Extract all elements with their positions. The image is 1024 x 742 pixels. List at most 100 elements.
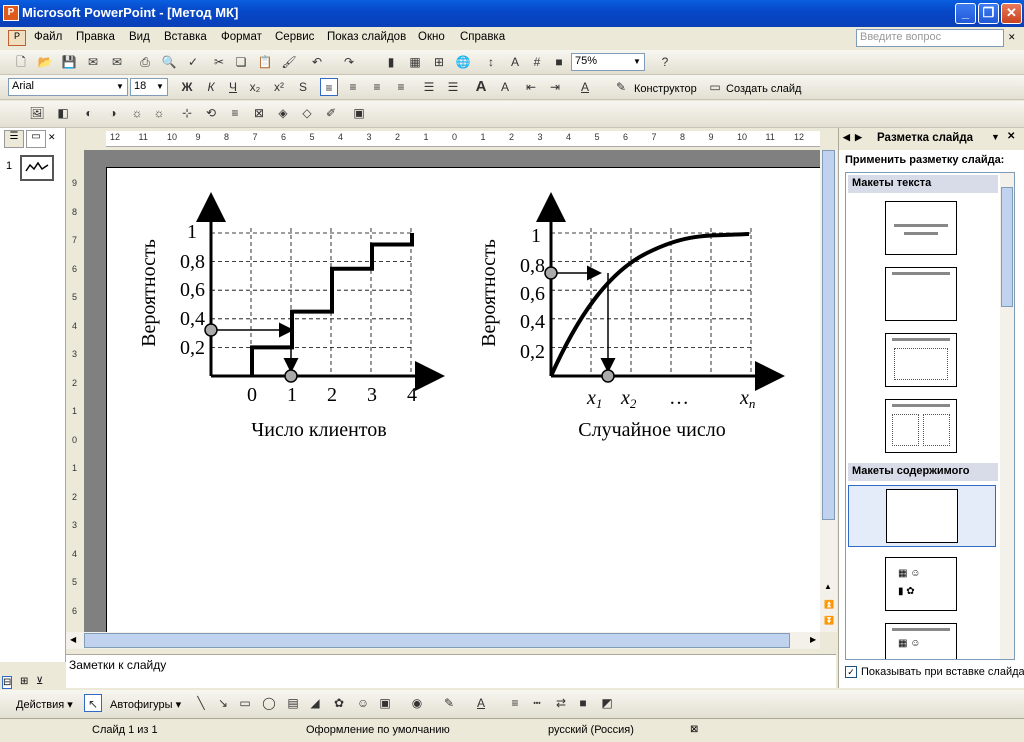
font-color-draw-icon[interactable]: A <box>472 694 490 712</box>
new-icon[interactable]: 🗋 <box>12 53 30 71</box>
font-size-select[interactable]: 18 ▼ <box>130 78 168 96</box>
font-color-icon[interactable]: A <box>576 78 594 96</box>
layout-title-slide[interactable] <box>885 201 957 255</box>
layout-title-only[interactable] <box>885 267 957 321</box>
chevron-down-icon[interactable]: ▼ <box>991 132 1000 142</box>
task-pane-scrollbar[interactable] <box>1000 173 1014 659</box>
decrease-font-icon[interactable]: A <box>496 78 514 96</box>
menu-window[interactable]: Окно <box>418 31 445 43</box>
color-grayscale-icon[interactable]: ■ <box>550 53 568 71</box>
menu-edit[interactable]: Правка <box>76 31 115 43</box>
zoom-select[interactable]: 75% ▼ <box>571 53 645 71</box>
powerpoint-app-icon[interactable]: P <box>3 5 19 21</box>
maximize-button[interactable]: ❐ <box>978 3 999 24</box>
superscript-icon[interactable]: x² <box>270 78 288 96</box>
email-icon[interactable]: ✉ <box>108 53 126 71</box>
align-left-icon[interactable]: ≡ <box>320 78 338 96</box>
spelling-icon[interactable]: ✓ <box>184 53 202 71</box>
open-icon[interactable]: 📂 <box>36 53 54 71</box>
cut-icon[interactable]: ✂ <box>210 53 228 71</box>
menu-slideshow[interactable]: Показ слайдов <box>327 31 406 43</box>
shadow-icon[interactable]: S <box>294 78 312 96</box>
bullets-icon[interactable]: ☰ <box>444 78 462 96</box>
menu-help[interactable]: Справка <box>460 31 505 43</box>
set-transparent-icon[interactable]: ✐ <box>322 104 340 122</box>
format-picture-icon[interactable]: ◇ <box>298 104 316 122</box>
fill-color-icon[interactable]: ◉ <box>408 694 426 712</box>
diagram-icon[interactable]: ✿ <box>330 694 348 712</box>
3d-style-icon[interactable]: ◩ <box>598 694 616 712</box>
line-style-icon[interactable]: ≡ <box>226 104 244 122</box>
forward-icon[interactable]: ▶ <box>855 132 862 143</box>
more-brightness-icon[interactable]: ☼ <box>128 104 146 122</box>
scroll-left-icon[interactable]: ◀ <box>70 635 76 644</box>
slide-thumbnail[interactable] <box>20 155 54 181</box>
layout-two-columns[interactable] <box>885 399 957 453</box>
menu-tools[interactable]: Сервис <box>275 31 314 43</box>
designer-button[interactable]: Конструктор <box>634 83 697 95</box>
recolor-icon[interactable]: ◈ <box>274 104 292 122</box>
layout-title-content[interactable]: ▦ ☺ <box>885 623 957 659</box>
picture-icon[interactable]: ▣ <box>376 694 394 712</box>
line-style-draw-icon[interactable]: ≡ <box>506 694 524 712</box>
more-contrast-icon[interactable]: ◐ <box>80 104 98 122</box>
arrow-style-icon[interactable]: ⇄ <box>552 694 570 712</box>
compress-icon[interactable]: ⊠ <box>250 104 268 122</box>
bold-button[interactable]: Ж <box>178 78 196 96</box>
ask-question-input[interactable]: Введите вопрос <box>856 29 1004 47</box>
dash-style-icon[interactable]: ┅ <box>528 694 546 712</box>
less-contrast-icon[interactable]: ◑ <box>104 104 122 122</box>
italic-button[interactable]: К <box>202 78 220 96</box>
color-icon[interactable]: ◧ <box>54 104 72 122</box>
shadow-style-icon[interactable]: ■ <box>574 694 592 712</box>
rotate-icon[interactable]: ⟲ <box>202 104 220 122</box>
show-formatting-icon[interactable]: A <box>506 53 524 71</box>
undo-icon[interactable]: ↶ <box>308 53 326 71</box>
vertical-scrollbar[interactable]: ▲ ⏫ ⏬ <box>820 150 837 632</box>
line-color-icon[interactable]: ✎ <box>440 694 458 712</box>
menu-insert[interactable]: Вставка <box>164 31 207 43</box>
print-icon[interactable]: ⎙ <box>136 53 154 71</box>
crop-icon[interactable]: ⊹ <box>178 104 196 122</box>
scroll-right-icon[interactable]: ▶ <box>810 635 816 644</box>
redo-icon[interactable]: ↷ <box>340 53 358 71</box>
align-right-icon[interactable]: ≡ <box>368 78 386 96</box>
paste-icon[interactable]: 📋 <box>256 53 274 71</box>
layout-title-text[interactable] <box>885 333 957 387</box>
oval-icon[interactable]: ◯ <box>260 694 278 712</box>
insert-picture-icon[interactable]: 🖼 <box>28 104 46 122</box>
wordart-icon[interactable]: ◢ <box>306 694 324 712</box>
copy-icon[interactable]: ❏ <box>232 53 250 71</box>
increase-indent-icon[interactable]: ⇥ <box>546 78 564 96</box>
horizontal-scrollbar[interactable]: ◀ ▶ <box>66 632 820 649</box>
scroll-up-icon[interactable]: ▲ <box>824 582 832 591</box>
grid-icon[interactable]: # <box>528 53 546 71</box>
subscript-icon[interactable]: x₂ <box>246 78 264 96</box>
notes-pane[interactable]: Заметки к слайду <box>66 654 836 688</box>
hscroll-thumb[interactable] <box>84 633 790 648</box>
save-icon[interactable]: 💾 <box>60 53 78 71</box>
designer-icon[interactable]: ✎ <box>612 78 630 96</box>
layout-content[interactable]: ▦ ☺ ▮ ✿ <box>885 557 957 611</box>
slide-sorter-icon[interactable]: ⊞ <box>20 676 28 687</box>
permission-icon[interactable]: ✉ <box>84 53 102 71</box>
task-pane-scroll-thumb[interactable] <box>1001 187 1013 307</box>
close-doc-icon[interactable]: ✕ <box>1008 32 1016 43</box>
underline-button[interactable]: Ч <box>224 78 242 96</box>
insert-chart-icon[interactable]: ▮ <box>382 53 400 71</box>
decrease-indent-icon[interactable]: ⇤ <box>522 78 540 96</box>
close-pane-icon[interactable]: ✕ <box>48 132 56 143</box>
slideshow-icon[interactable]: ⊻ <box>36 676 43 687</box>
menu-file[interactable]: Файл <box>34 31 62 43</box>
menu-view[interactable]: Вид <box>129 31 150 43</box>
spelling-status-icon[interactable]: ⊠ <box>690 724 698 735</box>
clipart-icon[interactable]: ☺ <box>354 694 372 712</box>
layout-selected[interactable] <box>848 485 996 547</box>
close-button[interactable]: ✕ <box>1001 3 1022 24</box>
align-center-icon[interactable]: ≡ <box>344 78 362 96</box>
actions-menu[interactable]: Действия ▾ <box>16 698 73 711</box>
document-icon[interactable]: P <box>8 30 26 46</box>
format-painter-icon[interactable]: 🖌 <box>280 53 298 71</box>
font-select[interactable]: Arial ▼ <box>8 78 128 96</box>
rectangle-icon[interactable]: ▭ <box>236 694 254 712</box>
